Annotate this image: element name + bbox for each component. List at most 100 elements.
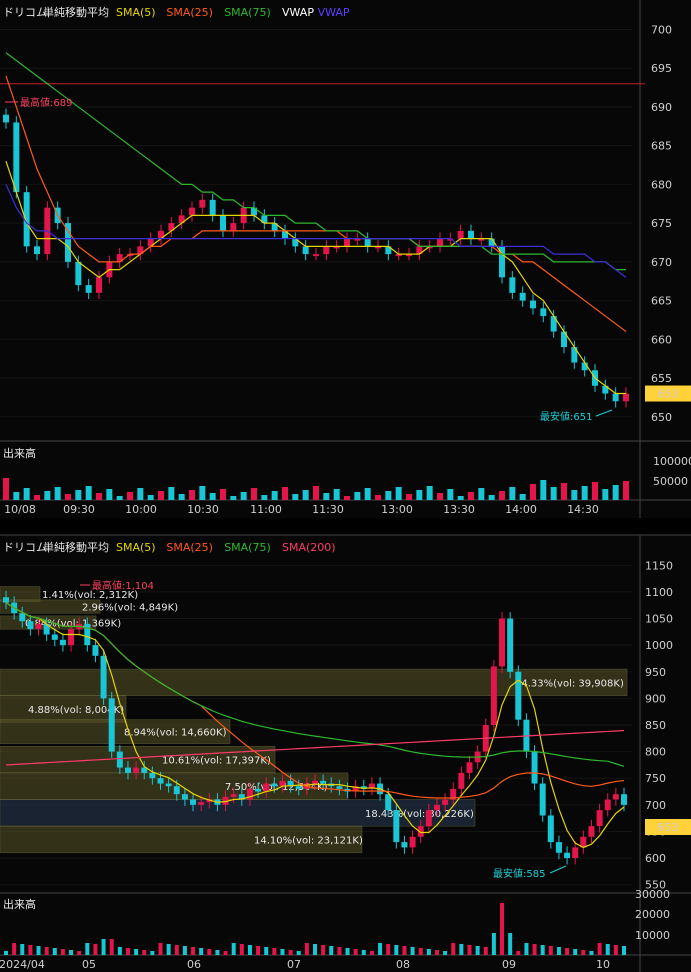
y-tick-label: 950: [645, 666, 666, 679]
candle: [295, 786, 302, 789]
volume-bar: [354, 492, 361, 500]
volume-bar: [85, 486, 92, 500]
volume-bar: [516, 951, 521, 955]
volume-bar: [116, 496, 123, 500]
volume-bar: [158, 491, 164, 500]
candle: [458, 772, 465, 789]
volume-bar: [220, 489, 226, 500]
volume-bar: [364, 488, 371, 500]
low-label: 最安値:651: [540, 410, 592, 423]
y-tick-label: 670: [651, 256, 672, 269]
candle: [19, 613, 26, 622]
high-label: 最高値:1,104: [92, 579, 154, 592]
volume-bar: [231, 943, 236, 955]
volume-bar: [499, 491, 505, 500]
candle: [312, 780, 318, 784]
candle: [34, 246, 40, 255]
candle: [509, 277, 516, 293]
legend-item: SMA(5): [116, 541, 156, 554]
candle: [165, 783, 172, 787]
candle: [442, 799, 449, 805]
volume-bar: [280, 949, 285, 955]
candle: [515, 671, 522, 720]
volume-bar: [223, 951, 228, 955]
volume-profile-label: 8.94%(vol: 14,660K): [124, 728, 227, 739]
volume-bar: [491, 933, 496, 955]
legend-item: SMA(25): [166, 6, 213, 19]
candle: [85, 285, 92, 293]
volume-bar: [451, 943, 456, 955]
legend-item: SMA(5): [116, 6, 156, 19]
volume-bar: [426, 949, 431, 955]
volume-bar: [147, 495, 154, 500]
legend-item: SMA(75): [224, 541, 271, 554]
y-tick-label: 690: [651, 101, 672, 114]
legend-item: SMA(75): [224, 6, 271, 19]
candle: [596, 810, 603, 827]
y-tick-label: 675: [651, 217, 672, 230]
volume-bar: [323, 493, 330, 500]
volume-bar: [261, 495, 268, 500]
volume-bar: [106, 489, 113, 500]
volume-bar: [488, 495, 495, 500]
candle: [564, 852, 571, 859]
volume-bar: [571, 490, 578, 500]
volume-bar: [434, 950, 439, 955]
candle: [133, 767, 140, 773]
volume-bar: [530, 484, 536, 500]
legend-item: VWAP: [282, 6, 314, 19]
volume-bar: [406, 494, 412, 500]
volume-bar: [540, 945, 545, 955]
candle: [302, 246, 309, 255]
volume-profile-label: 2.96%(vol: 4,849K): [82, 603, 178, 614]
volume-bar: [612, 485, 619, 500]
volume-bar: [96, 493, 102, 500]
volume-bar: [77, 951, 82, 955]
candle: [68, 629, 75, 646]
volume-bar: [508, 933, 513, 955]
volume-bar: [613, 945, 618, 955]
y-tick-label: 700: [651, 23, 672, 36]
y-tick-label: 750: [645, 772, 666, 785]
legend-item: SMA(25): [166, 541, 213, 554]
volume-bar: [443, 951, 448, 955]
volume-bar: [199, 948, 204, 955]
volume-bar: [60, 949, 65, 955]
volume-bar: [44, 491, 51, 500]
volume-bar: [182, 946, 187, 955]
volume-bar: [44, 947, 49, 955]
volume-bar: [34, 495, 40, 500]
candle: [555, 842, 562, 853]
x-tick-label: 11:30: [312, 503, 344, 516]
volume-bar: [313, 944, 317, 955]
volume-bar: [264, 947, 269, 955]
candle: [336, 786, 343, 789]
candle: [51, 634, 58, 640]
y-tick-label: 1000: [645, 639, 673, 652]
volume-bar: [117, 947, 122, 955]
volume-bar: [540, 480, 547, 500]
volume-bar: [581, 486, 588, 500]
x-tick-label: 11:00: [250, 503, 282, 516]
y-tick-label: 660: [651, 333, 672, 346]
volume-bar: [75, 490, 82, 500]
y-tick-label: 700: [645, 799, 666, 812]
candle: [612, 393, 619, 402]
x-tick-label: 08: [396, 958, 410, 971]
volume-bar: [565, 948, 570, 955]
x-tick-label: 06: [187, 958, 201, 971]
legend-item: VWAP: [318, 6, 350, 19]
y-tick-label: 665: [651, 295, 672, 308]
volume-bar: [12, 943, 17, 955]
y-tick-label: 685: [651, 140, 672, 153]
volume-bar: [158, 943, 163, 955]
volume-bar: [178, 494, 185, 500]
volume-bar: [509, 487, 516, 500]
volume-bar: [85, 943, 90, 955]
volume-bar: [385, 491, 392, 500]
legend-name: ドリコム: [3, 6, 47, 19]
y-tick-label: 650: [651, 411, 672, 424]
candle: [173, 786, 180, 795]
candle: [220, 215, 226, 231]
volume-bar: [375, 495, 381, 500]
